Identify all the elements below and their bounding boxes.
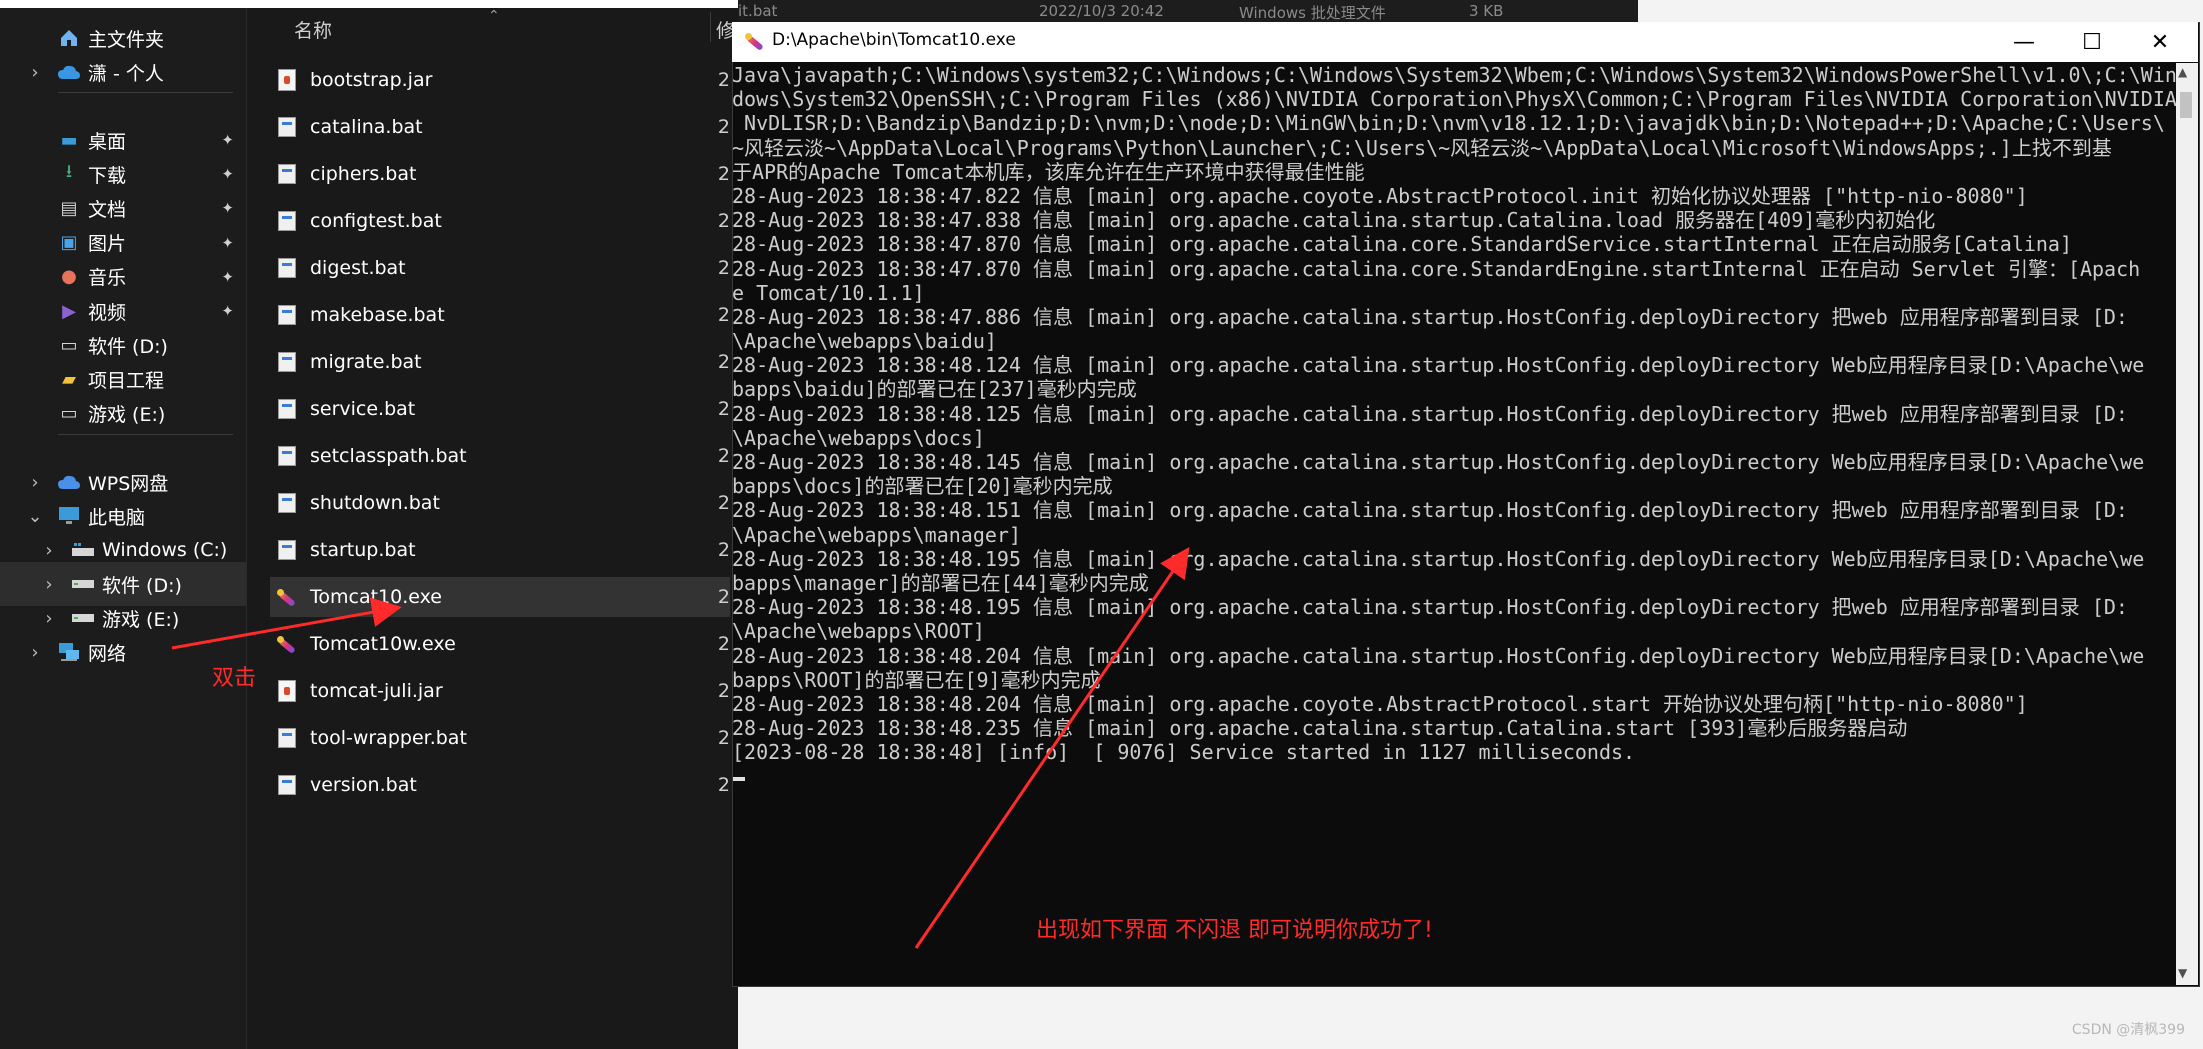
double-click-note: 双击	[212, 666, 257, 691]
watermark: CSDN @清枫399	[2071, 1022, 2185, 1038]
success-arrow	[914, 547, 1190, 949]
annotation-arrows	[171, 547, 1190, 949]
double-click-arrow	[171, 597, 402, 650]
success-note: 出现如下界面 不闪退 即可说明你成功了!	[1036, 918, 1433, 943]
